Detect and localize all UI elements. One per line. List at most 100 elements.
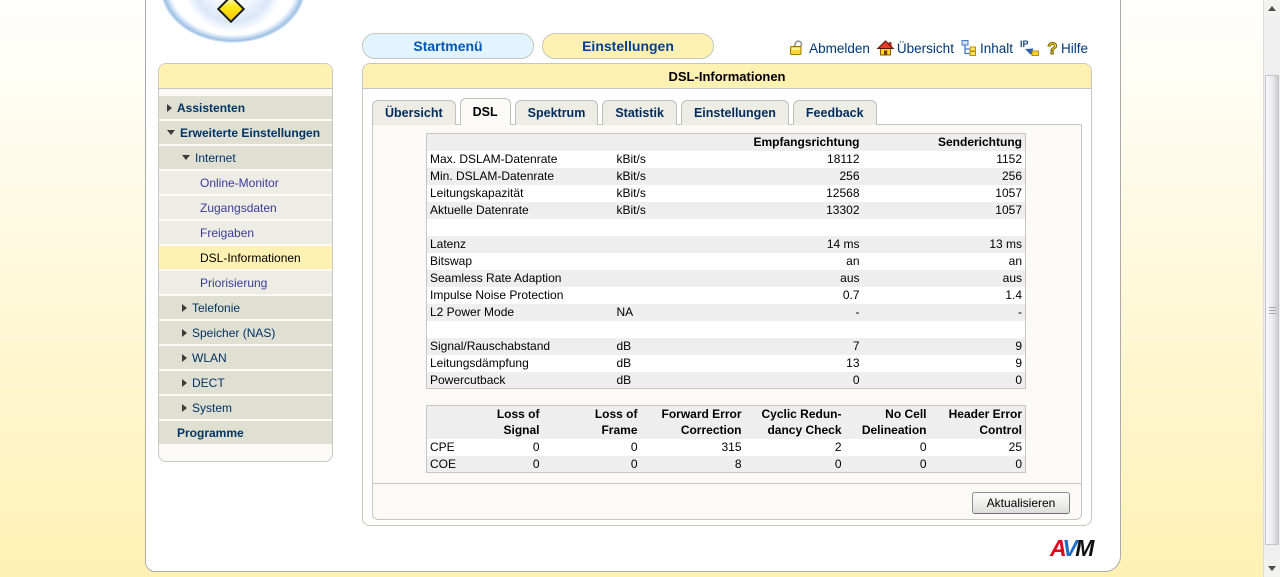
table-cell: dB [614,372,687,389]
svg-text:?: ? [1047,39,1057,57]
table-cell: aus [687,270,863,287]
table-cell: 0 [845,439,930,456]
column-header: Loss of Signal [467,406,543,439]
table-cell: 1057 [863,185,1026,202]
tab-feedback[interactable]: Feedback [793,100,877,125]
dsl-table-header: EmpfangsrichtungSenderichtung [427,134,1026,151]
sidebar-item-speicher-nas-[interactable]: Speicher (NAS) [159,321,332,344]
sidebar-item-wlan[interactable]: WLAN [159,346,332,369]
hilfe-link[interactable]: ?Hilfe [1046,39,1088,57]
table-cell: Min. DSLAM-Datenrate [427,168,614,185]
table-row: Seamless Rate Adaption ausaus [427,270,1026,287]
home-icon [876,39,895,57]
table-cell: kBit/s [614,168,687,185]
uebersicht-label: Übersicht [897,41,954,56]
sidebar-item-label: DECT [192,376,225,390]
inhalt-label: Inhalt [980,41,1013,56]
sidebar-item-dsl-informationen[interactable]: DSL-Informationen [159,246,332,269]
sidebar-item-label: Telefonie [192,301,240,315]
table-cell [687,219,863,236]
sidebar-item-telefonie[interactable]: Telefonie [159,296,332,319]
table-cell: COE [427,456,467,473]
table-cell: kBit/s [614,202,687,219]
button-bar-divider [373,483,1081,484]
sidebar-item-internet[interactable]: Internet [159,146,332,169]
sidebar-item-label: DSL-Informationen [200,251,301,265]
error-table: Loss of SignalLoss of FrameForward Error… [426,405,1026,473]
down-arrow-icon [1268,566,1276,571]
einstellungen-button[interactable]: Einstellungen [542,33,714,59]
table-cell: 12568 [687,185,863,202]
sidebar-item-label: Erweiterte Einstellungen [180,126,320,140]
avm-letter-v: V [1062,535,1075,561]
table-cell: Bitswap [427,253,614,270]
sidebar-item-programme[interactable]: Programme [159,421,332,444]
sidebar-item-label: Priorisierung [200,276,267,290]
sidebar-item-zugangsdaten[interactable]: Zugangsdaten [159,196,332,219]
table-cell: 0 [845,456,930,473]
table-cell: - [863,304,1026,321]
table-cell: 13 ms [863,236,1026,253]
scrollbar-thumb[interactable] [1265,75,1279,545]
chevron-right-icon [182,304,187,312]
table-cell: 0 [543,439,641,456]
refresh-button[interactable]: Aktualisieren [972,492,1070,514]
sidebar-item-freigaben[interactable]: Freigaben [159,221,332,244]
column-header: Empfangsrichtung [687,134,863,151]
sidebar-item-label: Internet [195,151,236,165]
table-cell: Powercutback [427,372,614,389]
table-cell: 9 [863,338,1026,355]
table-cell: Latenz [427,236,614,253]
svg-text:IP: IP [1020,39,1029,49]
abmelden-label: Abmelden [809,41,870,56]
table-cell: Leitungskapazität [427,185,614,202]
table-row [427,219,1026,236]
table-cell [614,321,687,338]
table-cell: NA [614,304,687,321]
sidebar-item-assistenten[interactable]: Assistenten [159,96,332,119]
tab-statistik[interactable]: Statistik [602,100,677,125]
main-panel: DSL-Informationen ÜbersichtDSLSpektrumSt… [362,63,1092,526]
tab-bar: ÜbersichtDSLSpektrumStatistikEinstellung… [372,98,877,125]
table-cell: 1057 [863,202,1026,219]
inhalt-link[interactable]: Inhalt [960,39,1013,57]
column-header [614,134,687,151]
page-title: DSL-Informationen [363,64,1091,89]
chevron-right-icon [182,354,187,362]
uebersicht-link[interactable]: Übersicht [876,39,954,57]
chevron-right-icon [167,104,172,112]
sidebar-item-priorisierung[interactable]: Priorisierung [159,271,332,294]
sidebar-item-label: Assistenten [177,101,245,115]
table-cell: kBit/s [614,151,687,168]
startmenu-button[interactable]: Startmenü [362,33,534,59]
scrollbar-down-button[interactable] [1264,560,1280,577]
table-cell: dB [614,338,687,355]
ip-ansicht-link[interactable]: IP [1019,39,1040,57]
table-row: PowercutbackdB00 [427,372,1026,389]
sidebar-item-online-monitor[interactable]: Online-Monitor [159,171,332,194]
column-header [427,134,614,151]
scrollbar-up-button[interactable] [1264,0,1280,17]
tab-einstellungen[interactable]: Einstellungen [681,100,789,125]
table-cell: 0 [467,439,543,456]
tab-dsl[interactable]: DSL [460,98,511,125]
column-header: Cyclic Redun- dancy Check [745,406,845,439]
table-row: Aktuelle DatenratekBit/s133021057 [427,202,1026,219]
sidebar-item-dect[interactable]: DECT [159,371,332,394]
table-cell: 9 [863,355,1026,372]
table-cell: 0 [863,372,1026,389]
table-cell: Signal/Rauschabstand [427,338,614,355]
table-cell: 0 [543,456,641,473]
tab-spektrum[interactable]: Spektrum [515,100,599,125]
tab--bersicht[interactable]: Übersicht [372,100,456,125]
chevron-down-icon [167,130,175,135]
sidebar-item-erweiterte-einstellungen[interactable]: Erweiterte Einstellungen [159,121,332,144]
chevron-down-icon [182,155,190,160]
table-row: Bitswap anan [427,253,1026,270]
table-cell: 0 [745,456,845,473]
abmelden-link[interactable]: Abmelden [788,39,870,57]
table-cell [427,321,614,338]
table-cell: aus [863,270,1026,287]
scrollbar[interactable] [1263,0,1280,577]
sidebar-item-system[interactable]: System [159,396,332,419]
